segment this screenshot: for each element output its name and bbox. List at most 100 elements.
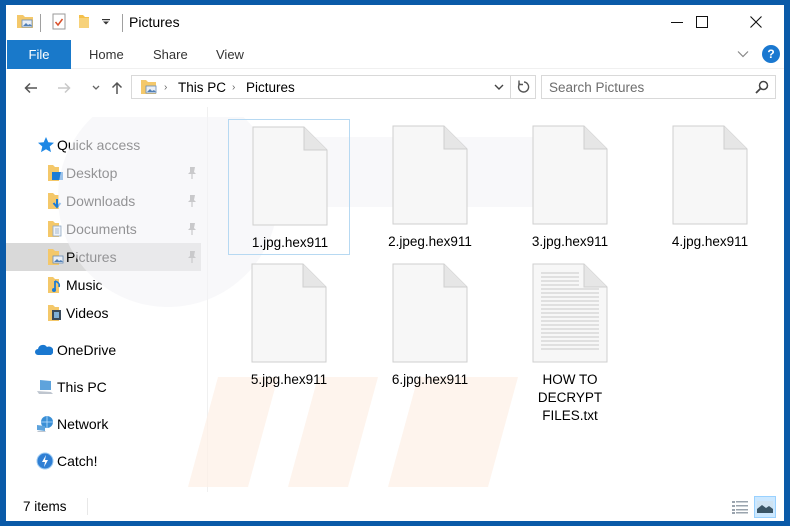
up-arrow-icon (111, 81, 123, 94)
back-button[interactable] (22, 79, 40, 97)
search-placeholder: Search Pictures (549, 80, 645, 95)
nav-label: Network (57, 416, 109, 432)
tab-file[interactable]: File (7, 40, 71, 69)
nav-network[interactable]: Network (6, 410, 201, 438)
nav-label: OneDrive (57, 342, 117, 358)
documents-folder-icon (48, 221, 62, 237)
address-history-chevron-icon[interactable] (494, 84, 504, 91)
file-name-line: HOW TO (542, 372, 598, 387)
properties-icon[interactable] (52, 13, 66, 30)
navigation-bar: › This PC › Pictures Search Pictures (6, 69, 784, 107)
large-icons-view-button[interactable] (754, 496, 776, 518)
breadcrumb-separator-icon[interactable]: › (232, 82, 235, 93)
details-view-icon (732, 501, 748, 514)
file-item[interactable]: 1.jpg.hex911 (228, 119, 350, 255)
close-button[interactable] (733, 5, 779, 39)
chevron-down-icon (92, 85, 100, 90)
nav-music[interactable]: Music (6, 271, 201, 299)
nav-label: Desktop (66, 165, 118, 181)
nav-pictures[interactable]: Pictures (6, 243, 201, 271)
customize-dropdown-icon[interactable] (102, 19, 110, 25)
blank-file-icon (532, 125, 608, 225)
file-name: 3.jpg.hex911 (531, 234, 609, 249)
pin-icon[interactable] (186, 222, 198, 236)
forward-button[interactable] (55, 79, 73, 97)
nav-label: Videos (66, 305, 109, 321)
text-file-icon (532, 263, 608, 363)
nav-desktop[interactable]: Desktop (6, 159, 201, 187)
onedrive-icon (35, 344, 53, 355)
breadcrumb-pictures[interactable]: Pictures (246, 80, 295, 95)
blank-file-icon (392, 263, 468, 363)
search-icon[interactable] (755, 80, 769, 94)
nav-label: Catch! (57, 453, 98, 469)
nav-label: Documents (66, 221, 137, 237)
nav-downloads[interactable]: Downloads (6, 187, 201, 215)
refresh-icon (517, 80, 529, 93)
up-button[interactable] (108, 79, 126, 97)
ribbon: File Home Share View ? (6, 39, 784, 69)
navigation-pane: Quick access Desktop Downloads Documents… (6, 107, 203, 492)
file-name: 4.jpg.hex911 (671, 234, 749, 249)
pictures-folder-icon (48, 249, 64, 265)
file-item[interactable]: 5.jpg.hex911 (228, 257, 350, 393)
search-input[interactable]: Search Pictures (541, 75, 776, 99)
catch-icon (36, 452, 54, 470)
title-bar: Pictures (6, 5, 784, 39)
blank-file-icon (392, 125, 468, 225)
item-count: 7 items (23, 499, 67, 514)
pin-icon[interactable] (186, 194, 198, 208)
file-item[interactable]: 2.jpeg.hex911 (369, 119, 491, 255)
nav-catch[interactable]: Catch! (6, 447, 201, 475)
details-view-button[interactable] (729, 496, 751, 518)
tab-view[interactable]: View (216, 47, 244, 62)
pictures-folder-icon (141, 80, 157, 94)
status-bar: 7 items (6, 492, 784, 521)
explorer-window: Pictures File Home Share View ? › This P… (6, 5, 784, 521)
address-bar[interactable]: › This PC › Pictures (131, 75, 511, 99)
breadcrumb-this-pc[interactable]: This PC (178, 80, 226, 95)
nav-onedrive[interactable]: OneDrive (6, 336, 201, 364)
back-arrow-icon (24, 82, 37, 94)
refresh-button[interactable] (511, 75, 536, 99)
nav-documents[interactable]: Documents (6, 215, 201, 243)
videos-folder-icon (48, 305, 61, 321)
file-item[interactable]: 6.jpg.hex911 (369, 257, 491, 393)
downloads-folder-icon (48, 193, 62, 209)
large-icons-view-icon (757, 501, 773, 513)
recent-locations-button[interactable] (87, 79, 105, 97)
file-name: 2.jpeg.hex911 (388, 234, 472, 249)
pictures-folder-icon[interactable] (16, 13, 34, 29)
file-name-line: DECRYPT (537, 390, 603, 405)
file-name-line: FILES.txt (542, 408, 598, 423)
file-item[interactable]: 4.jpg.hex911 (649, 119, 771, 255)
expand-ribbon-chevron-icon[interactable] (737, 48, 749, 60)
file-item[interactable]: 3.jpg.hex911 (509, 119, 631, 255)
maximize-icon (696, 16, 708, 28)
nav-this-pc[interactable]: This PC (6, 373, 201, 401)
toolbar-divider (122, 14, 123, 32)
breadcrumb-separator-icon[interactable]: › (164, 82, 167, 93)
window-title: Pictures (129, 14, 180, 30)
nav-quick-access[interactable]: Quick access (6, 131, 201, 159)
nav-label: Music (66, 277, 103, 293)
forward-arrow-icon (58, 82, 71, 94)
new-folder-icon[interactable] (78, 13, 90, 29)
maximize-button[interactable] (679, 5, 725, 39)
nav-label: This PC (57, 379, 107, 395)
tab-home[interactable]: Home (89, 47, 124, 62)
quick-access-star-icon (38, 137, 54, 153)
blank-file-icon (672, 125, 748, 225)
pin-icon[interactable] (186, 166, 198, 180)
blank-file-icon (252, 126, 328, 226)
nav-label: Quick access (57, 137, 141, 153)
tab-share[interactable]: Share (153, 47, 188, 62)
file-item[interactable]: HOW TO DECRYPT FILES.txt (509, 257, 631, 427)
nav-videos[interactable]: Videos (6, 299, 201, 327)
file-name: 1.jpg.hex911 (251, 235, 329, 250)
blank-file-icon (251, 263, 327, 363)
network-icon (37, 416, 53, 432)
file-list: 1.jpg.hex911 2.jpeg.hex911 3.jpg.hex911 … (58, 107, 784, 492)
pin-icon[interactable] (186, 250, 198, 264)
help-button[interactable]: ? (762, 45, 780, 63)
